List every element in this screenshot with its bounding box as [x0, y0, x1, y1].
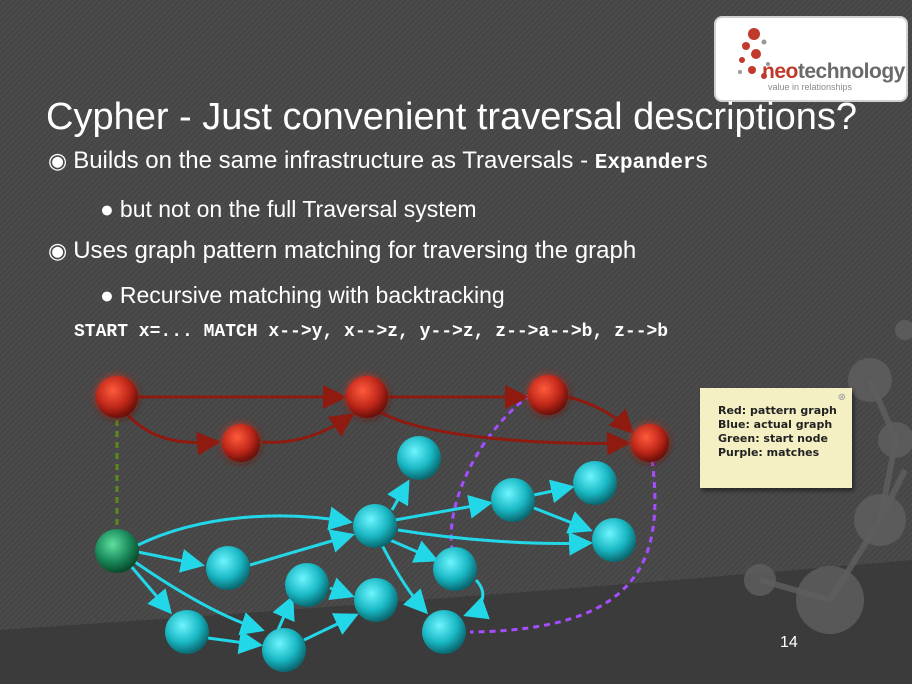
- page-number: 14: [780, 634, 798, 651]
- legend-sticky-note: ⊗ Red: pattern graph Blue: actual graph …: [700, 388, 852, 488]
- actual-node: [491, 478, 535, 522]
- actual-node: [262, 628, 306, 672]
- actual-edge: [249, 529, 355, 567]
- actual-nodes: [165, 436, 636, 672]
- actual-edge: [272, 595, 295, 631]
- actual-edge: [394, 494, 493, 522]
- legend-red: Red: pattern graph: [718, 404, 837, 417]
- pattern-nodes: [96, 375, 669, 462]
- close-icon[interactable]: ⊗: [838, 391, 846, 405]
- actual-node: [397, 436, 441, 480]
- pattern-node-y: [222, 424, 260, 462]
- graph-diagram: [95, 375, 669, 672]
- actual-edge: [389, 538, 439, 563]
- slide: neotechnology value in relationships Cyp…: [0, 0, 912, 684]
- actual-node: [433, 547, 477, 591]
- purple-match-line-1: [449, 393, 531, 561]
- start-node: [95, 529, 139, 573]
- pattern-edge: [261, 413, 355, 444]
- actual-node: [353, 504, 397, 548]
- actual-edge: [137, 506, 353, 547]
- actual-node: [422, 610, 466, 654]
- legend-green: Green: start node: [718, 432, 828, 445]
- actual-node: [165, 610, 209, 654]
- actual-edge: [533, 506, 593, 534]
- actual-node: [354, 578, 398, 622]
- pattern-edge: [567, 395, 635, 435]
- actual-node: [592, 518, 636, 562]
- actual-edge: [328, 577, 355, 601]
- pattern-node-a: [528, 375, 568, 415]
- actual-edge: [397, 528, 593, 556]
- pattern-node-b: [631, 424, 669, 462]
- actual-node: [285, 563, 329, 607]
- pattern-edge: [123, 411, 221, 456]
- legend-purple: Purple: matches: [718, 446, 820, 459]
- actual-edge: [303, 613, 359, 642]
- pattern-node-z: [346, 376, 388, 418]
- legend-blue: Blue: actual graph: [718, 418, 833, 431]
- actual-edge: [137, 549, 205, 573]
- actual-node: [206, 546, 250, 590]
- actual-edge: [533, 479, 575, 504]
- actual-node: [573, 461, 617, 505]
- actual-edge: [207, 630, 263, 655]
- actual-edge: [387, 479, 410, 511]
- pattern-node-x: [96, 376, 138, 418]
